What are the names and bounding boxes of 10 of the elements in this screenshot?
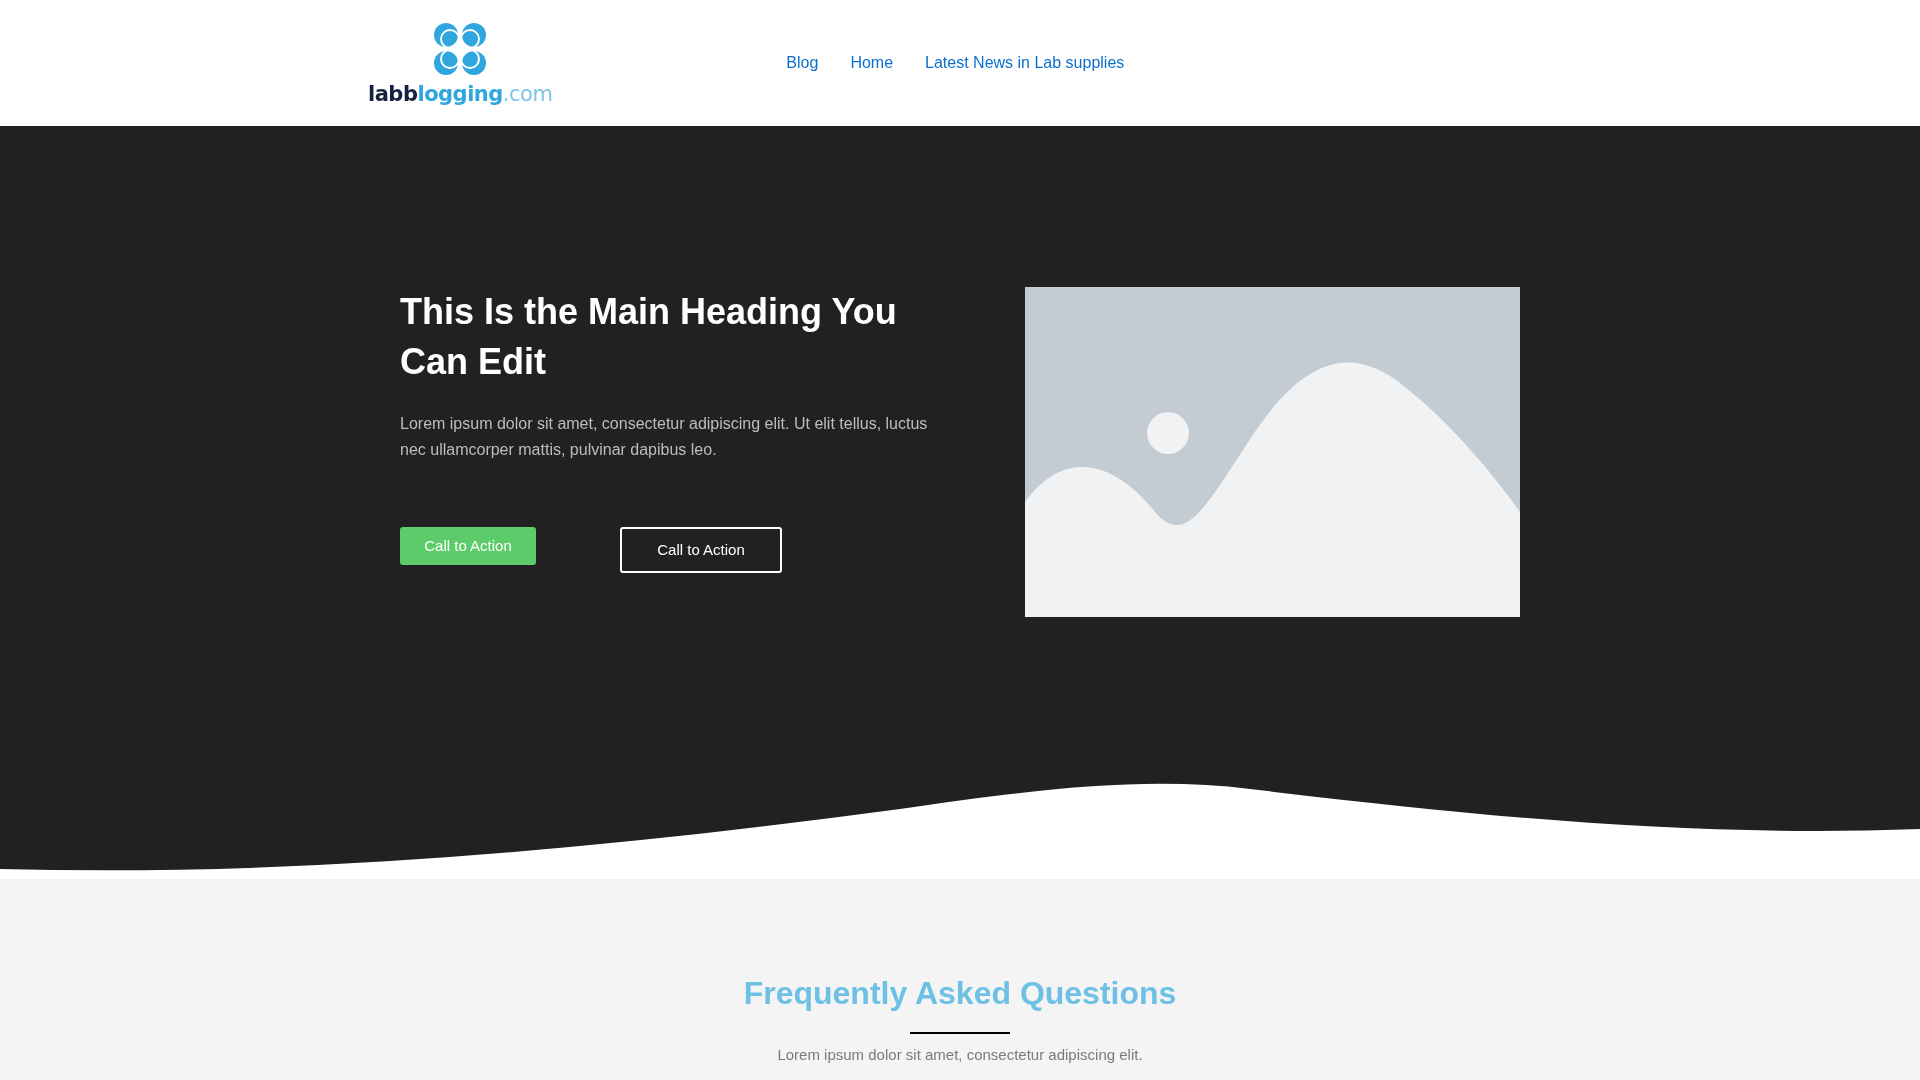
call-to-action-button[interactable]: Call to Action [620,527,782,573]
nav-link[interactable]: Latest News in Lab supplies [925,51,1125,75]
nav-link[interactable]: Blog [786,51,819,75]
nav-link[interactable]: Home [850,51,894,75]
section-heading: Frequently Asked Questions [742,974,1178,1013]
hero-text: Lorem ipsum dolor sit amet, consectetur adipiscing elit. Ut elit tellus, luctus nec ullamcorper mattis, pulvinar dapibus leo. [400,414,929,460]
section-text: Lorem ipsum dolor sit amet, consectetur adipiscing elit. [776,1046,1144,1065]
logo-text[interactable]: labblogging.com [368,83,553,105]
hero-heading: This Is the Main Heading You Can Edit [400,290,898,384]
logo-icon [433,21,488,76]
